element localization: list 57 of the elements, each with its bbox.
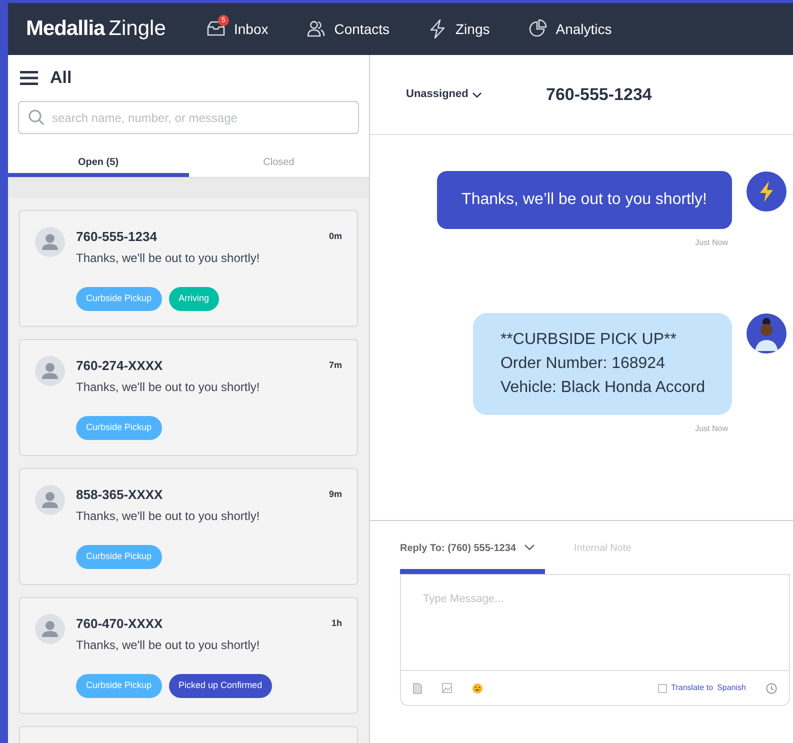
conversation-phone: 760-555-1234	[546, 84, 652, 106]
tag-label: Curbside Pickup	[76, 416, 162, 440]
language-link[interactable]: Spanish	[717, 682, 746, 694]
people-icon	[306, 19, 326, 39]
contact-phone: 760-470-XXXX	[76, 615, 163, 633]
lightning-avatar-icon	[746, 171, 787, 212]
avatar-icon	[35, 614, 65, 644]
menu-icon[interactable]	[20, 71, 38, 85]
message-time: 1h	[331, 617, 342, 630]
message-input[interactable]: Type Message...	[401, 575, 789, 671]
pie-chart-icon	[528, 19, 548, 39]
contact-phone: 760-555-1234	[76, 228, 157, 246]
tag-label: Picked up Confirmed	[168, 674, 272, 698]
lightning-icon	[428, 19, 448, 39]
conversation-card[interactable]: 858-365-XXXX 9m Thanks, we'll be out to you shortly! Curbside Pickup	[19, 468, 358, 585]
tag-label: Arriving	[168, 286, 220, 310]
message-bubble: **CURBSIDE PICK UP** Order Number: 168924 Vehicle: Black Honda Accord	[473, 313, 732, 415]
conversation-card[interactable]: 760-470-XXXX 1h Thanks, we'll be out to you shortly! Curbside Pickup Picked up Confirmed	[19, 597, 358, 714]
compose-box[interactable]: Type Message... Translate to Spanish	[400, 574, 790, 706]
conversation-card[interactable]: 760-555-1234 0m Thanks, we'll be out to you shortly! Curbside Pickup Arriving	[19, 210, 358, 327]
search-icon	[28, 109, 45, 126]
contact-phone: 760-274-XXXX	[76, 357, 163, 375]
clock-icon[interactable]	[766, 682, 777, 694]
compose-tab[interactable]: Reply To: (760) 555-1234	[400, 541, 545, 574]
nav-contacts-link[interactable]: Contacts	[306, 18, 390, 40]
logo[interactable]: Medallia Zingle	[26, 13, 206, 45]
translate-label: Translate to	[671, 682, 714, 694]
message-time: Just Now	[695, 237, 728, 249]
message-time: 0m	[328, 230, 342, 243]
nav-analytics-link[interactable]: Analytics	[528, 18, 612, 40]
message-bubble: Thanks, we’ll be out to you shortly!	[436, 171, 732, 229]
caret-icon	[524, 544, 535, 551]
caret-icon	[472, 92, 482, 98]
contact-phone: 858-365-XXXX	[76, 486, 163, 504]
conversation-card[interactable]: 760-274-XXXX 7m Thanks, we'll be out to you shortly! Curbside Pickup	[19, 339, 358, 456]
message-preview: Thanks, we'll be out to you shortly!	[76, 378, 261, 396]
tag-label: Curbside Pickup	[76, 286, 162, 310]
translate-checkbox[interactable]	[658, 684, 668, 692]
search-field[interactable]: search name, number, or message	[18, 101, 359, 134]
tag-label: Curbside Pickup	[76, 544, 162, 568]
assignee-dropdown[interactable]: Unassigned	[406, 86, 546, 103]
avatar-icon	[35, 485, 65, 515]
message-time: 9m	[328, 488, 342, 501]
document-icon[interactable]	[413, 682, 422, 694]
sidebar-title: All	[50, 67, 72, 90]
avatar-icon	[35, 356, 65, 386]
message-time: 7m	[328, 359, 342, 372]
avatar-icon	[35, 227, 65, 257]
message-time: Just Now	[695, 423, 728, 435]
tag-label: Curbside Pickup	[76, 674, 162, 698]
image-icon[interactable]	[442, 683, 452, 693]
message-preview: Thanks, we'll be out to you shortly!	[76, 508, 261, 524]
emoji-icon[interactable]	[472, 682, 483, 694]
message-preview: Thanks, we'll be out to you shortly!	[76, 636, 261, 654]
message-preview: Thanks, we'll be out to you shortly!	[76, 250, 261, 266]
nav-zings-link[interactable]: Zings	[428, 18, 490, 40]
person-avatar-icon	[746, 313, 787, 354]
